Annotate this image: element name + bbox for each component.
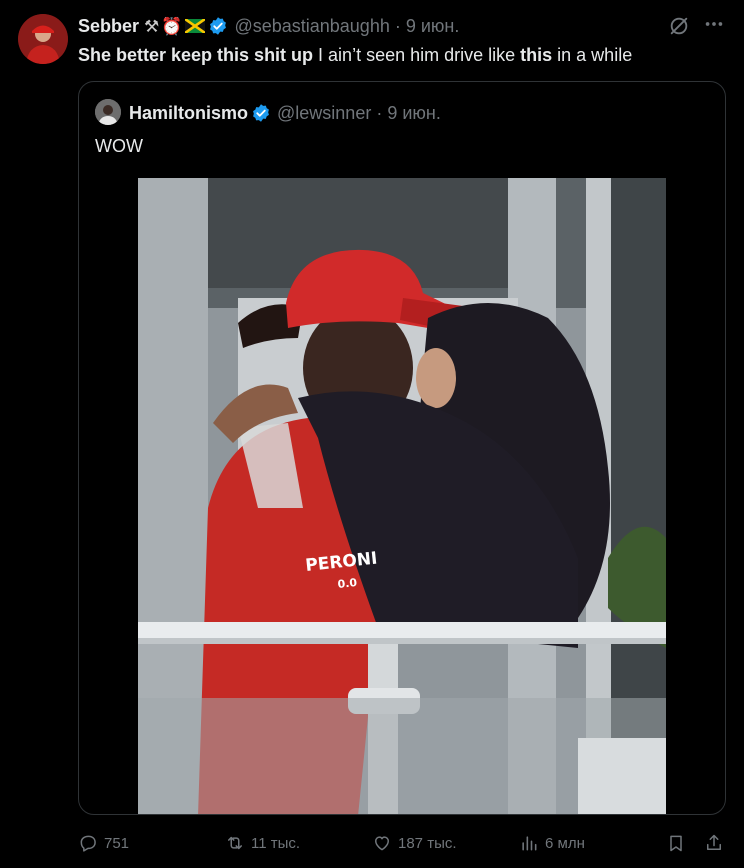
reply-icon — [80, 835, 96, 852]
photo-illustration: PERONI 0.0 — [138, 178, 666, 814]
quoted-tweet-header: Hamiltonismo @lewsinner · 9 июн. — [129, 102, 441, 124]
tweet-text-normal-1: I ain’t seen him drive like — [313, 45, 521, 65]
grok-icon[interactable] — [668, 15, 690, 37]
separator-dot: · — [394, 15, 401, 36]
tweet-text-normal-2: in a while — [552, 45, 633, 65]
retweet-button[interactable]: 11 тыс. — [225, 828, 300, 858]
like-button[interactable]: 187 тыс. — [372, 828, 457, 858]
tweet-text: She better keep this shit up I ain’t see… — [78, 43, 632, 67]
quoted-avatar-image — [95, 99, 121, 125]
more-options-icon[interactable] — [703, 13, 725, 35]
quoted-author-avatar[interactable] — [95, 99, 121, 125]
separator-dot: · — [376, 102, 383, 123]
tweet-text-bold-1: She better keep this shit up — [78, 45, 314, 65]
share-button[interactable] — [704, 828, 724, 858]
share-icon — [707, 834, 721, 850]
tweet-header: Sebber ⚒ ⏰ @sebastianbaughh · 9 июн. — [78, 14, 459, 38]
alarm-clock-icon: ⏰ — [161, 16, 183, 36]
tweet-text-bold-2: this — [520, 45, 553, 65]
quoted-author-handle[interactable]: @lewsinner — [277, 103, 371, 124]
heart-icon — [375, 836, 389, 851]
retweet-count: 11 тыс. — [251, 834, 301, 852]
jamaica-flag-icon — [185, 19, 206, 33]
views-chart-icon — [522, 836, 537, 851]
author-handle[interactable]: @sebastianbaughh — [234, 16, 389, 37]
quoted-tweet-date[interactable]: 9 июн. — [387, 103, 441, 124]
avatar-image — [18, 14, 68, 64]
verified-badge-icon[interactable] — [251, 103, 271, 123]
reply-button[interactable]: 751 — [78, 828, 129, 858]
quoted-tweet-text: WOW — [95, 136, 143, 156]
hammer-icon: ⚒ — [144, 16, 160, 36]
tweet-date[interactable]: 9 июн. — [406, 16, 460, 37]
views-button[interactable]: 6 млн — [519, 828, 585, 858]
author-avatar[interactable] — [18, 14, 68, 64]
bookmark-icon — [670, 835, 682, 852]
retweet-icon — [228, 836, 242, 850]
verified-badge-icon[interactable] — [208, 16, 228, 36]
author-name[interactable]: Sebber — [78, 16, 139, 37]
reply-count: 751 — [104, 834, 130, 852]
tweet-action-bar: 751 11 тыс. 187 тыс. 6 млн — [78, 828, 726, 858]
bookmark-button[interactable] — [666, 828, 686, 858]
quoted-author-name[interactable]: Hamiltonismo — [129, 103, 248, 124]
quoted-tweet-photo[interactable]: PERONI 0.0 — [138, 178, 666, 814]
quoted-tweet-card[interactable]: Hamiltonismo @lewsinner · 9 июн. WOW PER… — [78, 81, 726, 815]
like-count: 187 тыс. — [398, 834, 457, 852]
views-count: 6 млн — [545, 834, 585, 852]
jersey-text-line-2: 0.0 — [337, 576, 358, 591]
